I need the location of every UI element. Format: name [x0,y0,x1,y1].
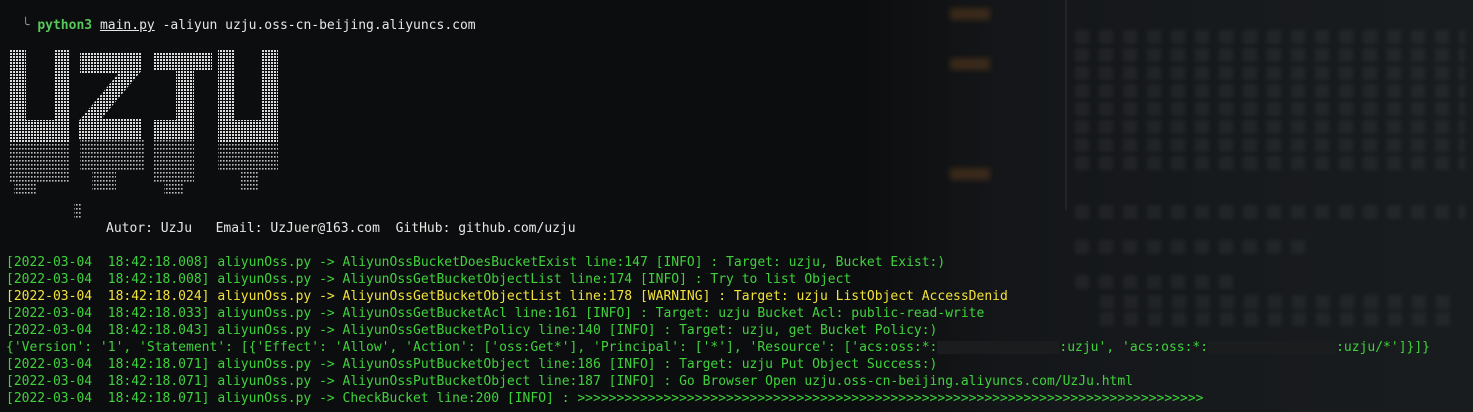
command-program: python3 [37,18,93,33]
background-blur-row [1075,275,1235,289]
log-line: [2022-03-04 18:42:18.008] aliyunOss.py -… [6,272,852,287]
background-blur-row [1075,240,1315,254]
background-blur-row [1075,102,1465,116]
background-divider [1065,0,1067,210]
command-file[interactable]: main.py [100,18,155,33]
policy-part: :uzju/*']}]} [1336,340,1431,355]
background-blur-mark [950,58,990,70]
policy-part: {'Version': '1', 'Statement': [{'Effect'… [6,340,938,355]
background-blur-row [1075,84,1465,98]
background-blur-row [1075,138,1465,152]
background-blur-mark [950,168,990,180]
log-line: [2022-03-04 18:42:18.071] aliyunOss.py -… [6,357,938,372]
redacted-account-id [1208,341,1337,354]
log-line: [2022-03-04 18:42:18.071] aliyunOss.py -… [6,374,1134,389]
background-blur-row [1075,30,1465,44]
command-args: -aliyun uzju.oss-cn-beijing.aliyuncs.com [162,18,476,33]
command-line[interactable]: ╰ python3 main.py -aliyun uzju.oss-cn-be… [6,0,476,33]
policy-output-line: {'Version': '1', 'Statement': [{'Effect'… [6,339,1430,356]
background-blur-row [1100,312,1460,326]
log-line: [2022-03-04 18:42:18.071] aliyunOss.py -… [6,391,1204,406]
log-line: [2022-03-04 18:42:18.033] aliyunOss.py -… [6,306,985,321]
email-label: Email: UzJuer@163.com [215,221,380,236]
background-blur-row [1075,156,1465,170]
background-blur-mark [950,8,990,20]
prompt-corner-icon: ╰ [21,18,38,33]
autor-label: Autor: UzJu [106,221,193,236]
redacted-account-id [937,341,1060,354]
log-line-warning: [2022-03-04 18:42:18.024] aliyunOss.py -… [6,289,1008,304]
banner-info-line: Autor: UzJu Email: UzJuer@163.com GitHub… [106,220,576,237]
background-blur-row [1075,120,1465,134]
log-line: [2022-03-04 18:42:18.043] aliyunOss.py -… [6,323,938,338]
background-blur-row [1100,295,1460,309]
uzju-ascii-logo [4,44,294,224]
log-line: [2022-03-04 18:42:18.008] aliyunOss.py -… [6,255,946,270]
github-label: GitHub: github.com/uzju [395,221,576,236]
background-blur-row [1075,205,1465,219]
background-blur-row [1075,66,1465,80]
background-blur-row [1075,48,1465,62]
policy-part: :uzju', 'acs:oss:*: [1059,340,1209,355]
